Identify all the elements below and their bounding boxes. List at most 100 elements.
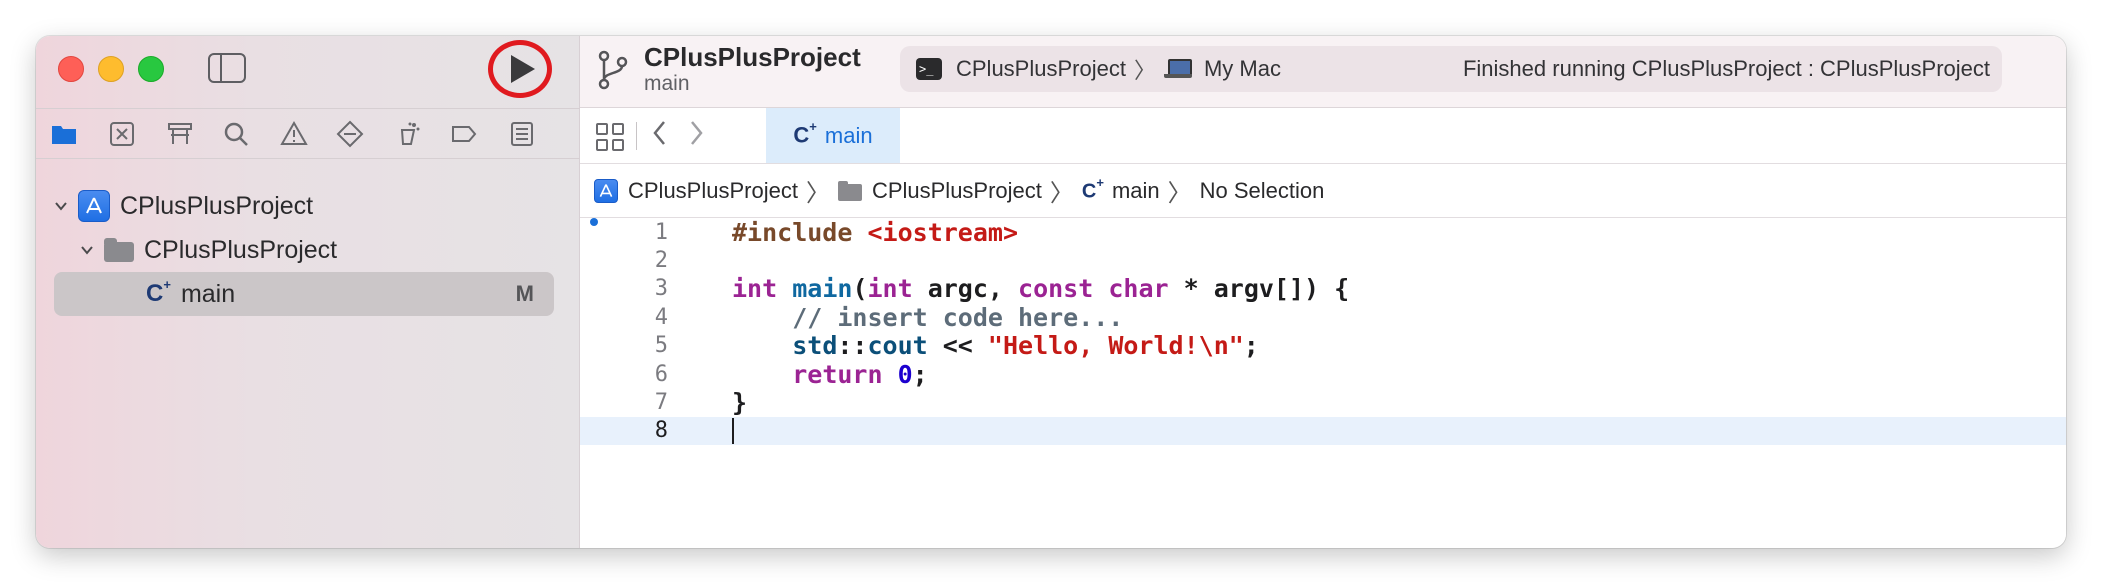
highlight-circle (488, 40, 552, 98)
line-number: 4 (654, 304, 668, 330)
branch-icon (598, 50, 628, 90)
forward-arrow-icon[interactable] (686, 118, 706, 156)
symbol-icon[interactable] (166, 120, 194, 148)
jumpbar-label: CPlusPlusProject (628, 177, 798, 203)
tree-item-label: CPlusPlusProject (120, 191, 314, 220)
folder-icon[interactable] (50, 120, 78, 148)
code-line[interactable]: 7 } (580, 387, 2066, 417)
run-button[interactable] (488, 40, 552, 98)
code-token: main (792, 274, 853, 304)
activity-view: >_ CPlusPlusProject 〉 My Mac Finished ru… (900, 46, 2002, 92)
jumpbar-file[interactable]: C+ main (1081, 174, 1160, 204)
text-cursor (732, 417, 734, 444)
zoom-window-button[interactable] (138, 56, 164, 82)
cpp-file-icon: C+ (1081, 174, 1104, 203)
tree-item-label: main (180, 279, 236, 308)
cpp-file-icon: C+ (793, 119, 817, 148)
code-line[interactable]: 1 #include <iostream> (580, 217, 2066, 247)
chevron-down-icon[interactable] (76, 239, 98, 261)
line-number: 6 (654, 361, 668, 387)
tree-item-folder[interactable]: CPlusPlusProject (50, 228, 554, 272)
chevron-right-icon: 〉 (1133, 58, 1156, 83)
folder-icon (104, 238, 134, 262)
code-token: char (1108, 274, 1169, 304)
code-token: 0 (897, 359, 913, 389)
report-icon[interactable] (508, 120, 536, 148)
tree-item-main-file[interactable]: C+ main M (54, 272, 554, 316)
code-token: argc, (912, 274, 1019, 304)
code-token: const (1018, 274, 1094, 304)
line-number: 2 (654, 247, 668, 273)
divider (36, 158, 580, 159)
source-editor[interactable]: 1 #include <iostream> 2 3 int main(int a… (580, 218, 2066, 548)
navigator-selector-bar (36, 108, 580, 158)
line-number: 7 (654, 389, 668, 415)
source-control-icon[interactable] (108, 120, 136, 148)
search-icon[interactable] (222, 120, 250, 148)
modified-badge: M (515, 281, 534, 306)
code-token: std (792, 331, 838, 361)
code-line[interactable]: 6 return 0; (580, 359, 2066, 389)
sidebar-toggle-icon[interactable] (208, 53, 246, 83)
jump-bar: CPlusPlusProject 〉 CPlusPlusProject 〉 C+… (580, 164, 2066, 218)
code-line[interactable]: 3 int main(int argc, const char * argv[]… (580, 274, 2066, 304)
chevron-right-icon: 〉 (1167, 180, 1192, 207)
scheme-selector[interactable]: CPlusPlusProject (956, 56, 1126, 82)
code-token: int (867, 274, 913, 304)
code-token: ; (1243, 331, 1259, 361)
editor-area: CPlusPlusProject main >_ CPlusPlusProjec… (580, 36, 2066, 548)
jumpbar-project[interactable]: CPlusPlusProject (580, 178, 798, 204)
code-token: * argv[]) { (1168, 274, 1350, 304)
divider (636, 122, 637, 150)
minimize-window-button[interactable] (98, 56, 124, 82)
code-line[interactable]: 5 std::cout << "Hello, World!\n"; (580, 331, 2066, 361)
jumpbar-label: CPlusPlusProject (871, 177, 1042, 203)
code-token: return (792, 359, 883, 389)
code-token: } (732, 387, 748, 417)
code-line[interactable]: 2 (580, 246, 2066, 274)
code-token: int (732, 274, 778, 304)
line-number: 1 (654, 219, 668, 245)
code-token: ; (912, 359, 928, 389)
line-number: 3 (654, 276, 668, 302)
build-status: Finished running CPlusPlusProject : CPlu… (1462, 56, 1990, 81)
code-token: "Hello, World!\n" (987, 331, 1244, 361)
jumpbar-symbol[interactable]: No Selection (1200, 178, 1325, 204)
chevron-down-icon[interactable] (50, 195, 72, 217)
chevron-right-icon: 〉 (805, 180, 830, 207)
close-window-button[interactable] (58, 56, 84, 82)
tab-label: main (824, 122, 873, 148)
test-icon[interactable] (336, 120, 364, 148)
jumpbar-folder[interactable]: CPlusPlusProject (837, 177, 1042, 204)
related-items-grid-icon[interactable] (596, 123, 624, 151)
xcode-window: CPlusPlusProject CPlusPlusProject C+ mai… (36, 36, 2066, 548)
navigator-sidebar: CPlusPlusProject CPlusPlusProject C+ mai… (36, 36, 580, 548)
line-number: 8 (654, 418, 668, 444)
laptop-icon (1163, 59, 1192, 79)
tab-bar: C+ main (580, 108, 2066, 164)
line-number: 5 (654, 333, 668, 359)
back-arrow-icon[interactable] (650, 118, 670, 156)
chevron-right-icon: 〉 (1049, 180, 1074, 207)
code-token: // insert code here... (792, 302, 1124, 332)
tree-item-label: CPlusPlusProject (144, 235, 338, 264)
breakpoint-icon[interactable] (450, 120, 478, 148)
tab-main[interactable]: C+ main (766, 108, 900, 163)
project-icon (594, 178, 618, 203)
warning-icon[interactable] (280, 120, 308, 148)
jumpbar-label: main (1111, 177, 1160, 203)
destination-selector[interactable]: My Mac (1204, 56, 1281, 82)
code-line[interactable]: 4 // insert code here... (580, 302, 2066, 332)
jumpbar-label: No Selection (1199, 177, 1325, 203)
project-icon (78, 190, 110, 222)
code-token: ( (852, 274, 868, 304)
branch-name[interactable]: main (644, 72, 690, 96)
folder-icon (837, 180, 862, 201)
debug-icon[interactable] (394, 120, 422, 148)
project-title: CPlusPlusProject (644, 42, 861, 72)
tree-item-project[interactable]: CPlusPlusProject (50, 184, 554, 228)
terminal-icon: >_ (916, 58, 942, 80)
code-token: <iostream> (867, 217, 1018, 247)
code-token: #include (732, 217, 853, 247)
code-line-current[interactable]: 8 (580, 416, 2066, 445)
